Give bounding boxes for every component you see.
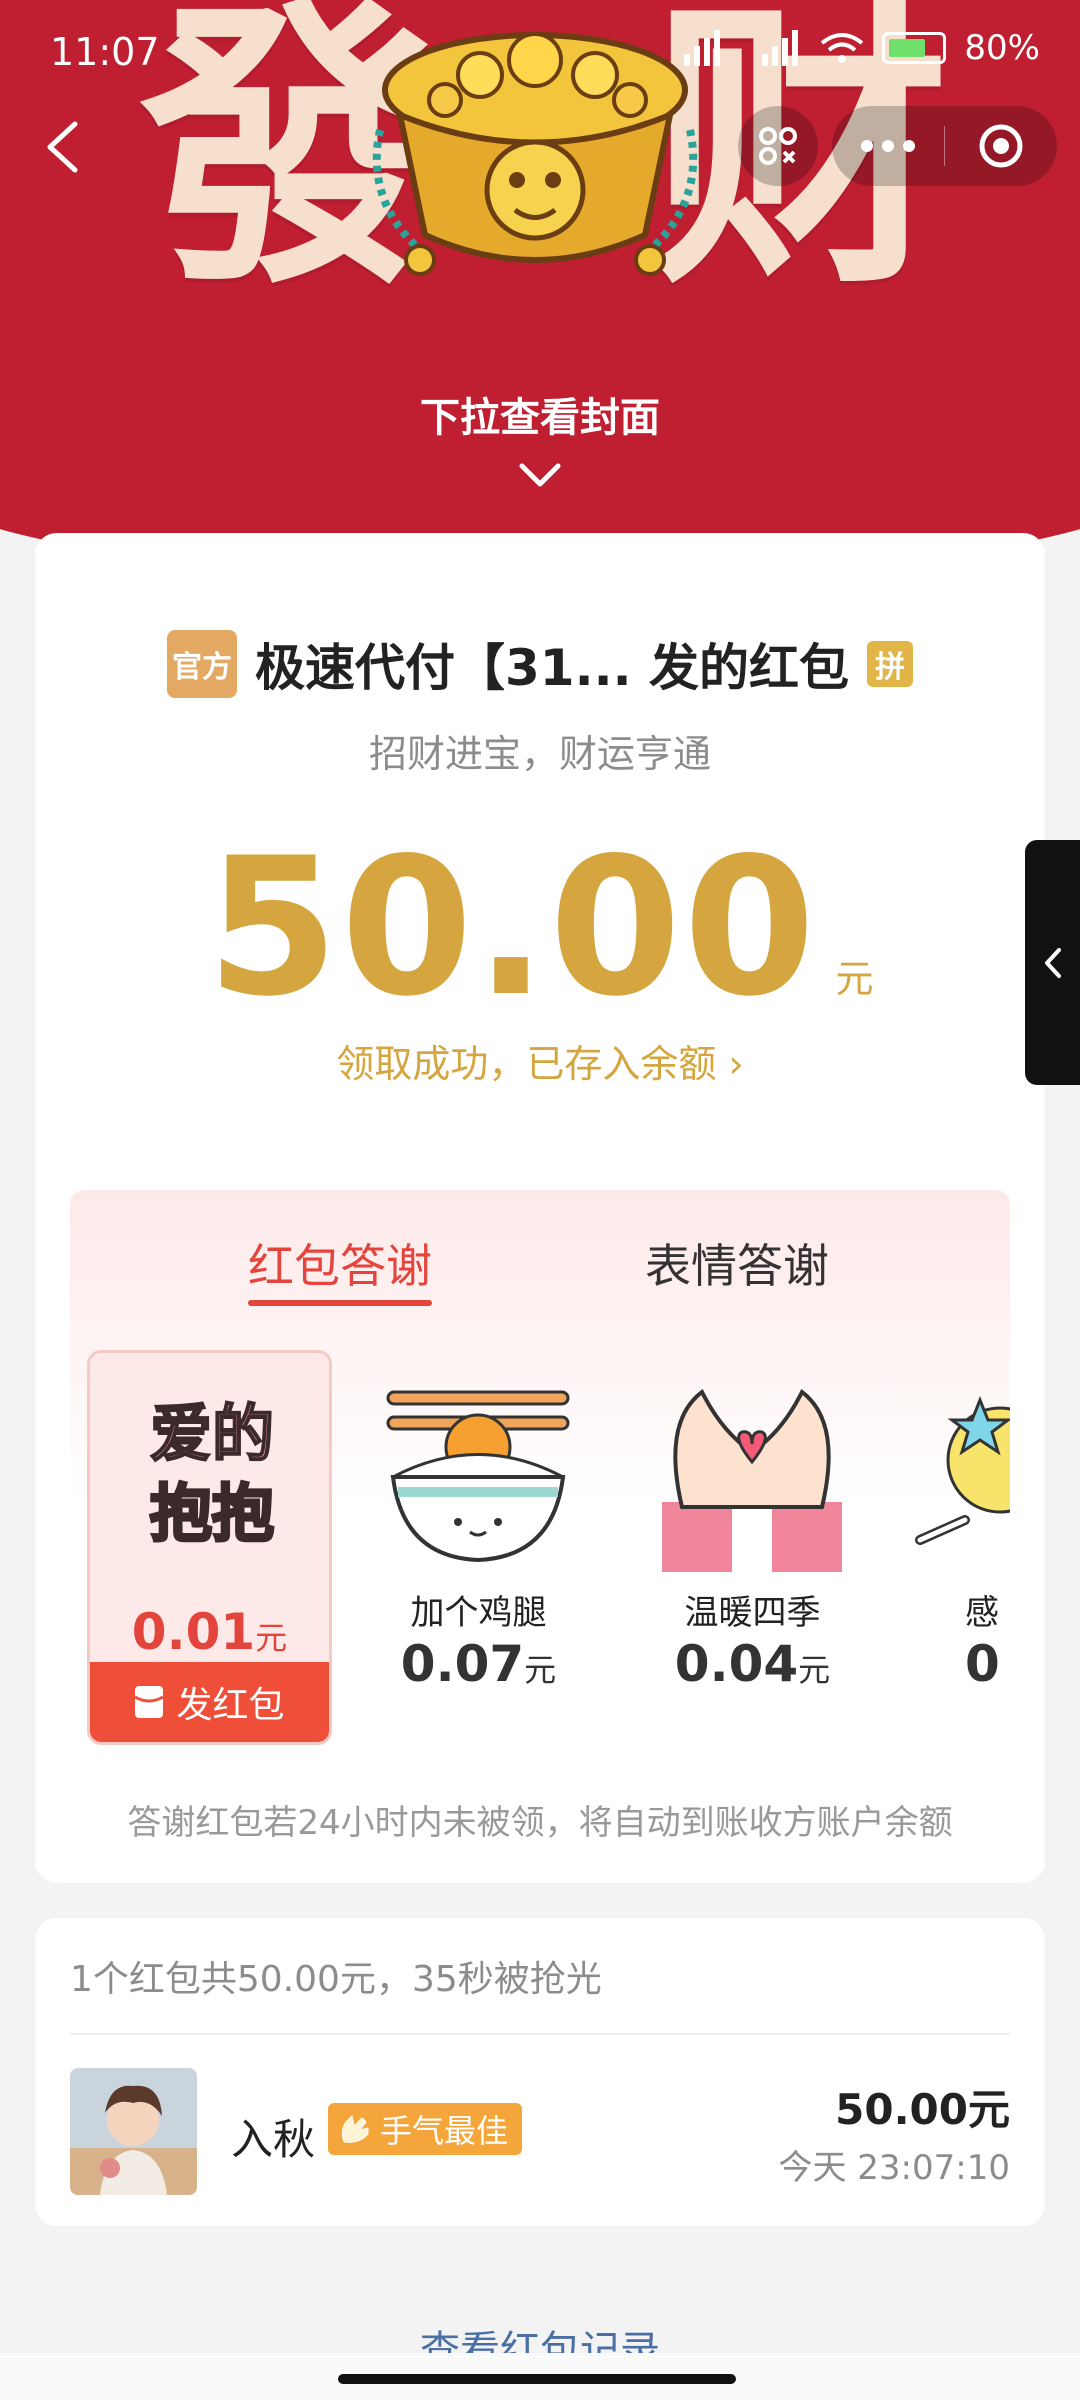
hug-sticker-art: 爱的 抱抱: [148, 1396, 275, 1552]
battery-icon: [882, 32, 947, 64]
side-drawer-handle[interactable]: [1025, 840, 1080, 1085]
hand-icon: [341, 2114, 369, 2143]
claimer-name: 入秋: [231, 2115, 316, 2164]
chevron-down-icon[interactable]: [516, 460, 564, 490]
tab-sticker-thanks[interactable]: 表情答谢: [645, 1230, 829, 1296]
rice-bowl-icon: [386, 1390, 570, 1563]
red-packet-icon: [134, 1686, 165, 1718]
greeting-text: 招财进宝，财运亨通: [368, 732, 711, 776]
scan-button[interactable]: [738, 106, 818, 186]
scan-icon: [759, 127, 797, 165]
active-tab-indicator: [248, 1300, 432, 1306]
amount-unit: 元: [835, 957, 874, 1001]
chevron-left-icon: [1044, 947, 1061, 978]
tab-red-packet-thanks[interactable]: 红包答谢: [248, 1230, 432, 1296]
best-luck-label: 手气最佳: [380, 2112, 509, 2150]
avatar-image: [70, 2068, 197, 2195]
gift-price: 0.07元: [356, 1635, 601, 1693]
red-packet-detail-screen: 發 财 11:07 80% 下拉查看封面 官方 极速代付【31... 发的红包 …: [0, 0, 1080, 2400]
signal-icon: [762, 30, 799, 66]
gift-name: 感: [965, 1593, 999, 1633]
back-arrow-icon[interactable]: [30, 112, 100, 182]
gift-price: 0.04元: [630, 1635, 875, 1693]
star-lollipop-icon: [915, 1395, 1010, 1545]
thanks-note: 答谢红包若24小时内未被领，将自动到账收方账户余额: [127, 1803, 953, 1843]
heart-hands-icon: [662, 1388, 842, 1572]
avatar[interactable]: [70, 2068, 197, 2195]
sender-name: 极速代付【31... 发的红包: [255, 639, 849, 697]
gift-price: 0: [965, 1635, 1000, 1693]
group-buy-badge: 拼: [866, 641, 913, 687]
received-text: 领取成功，已存入余额: [336, 1042, 717, 1086]
mini-program-capsule: [832, 106, 1057, 186]
send-button-label: 发红包: [176, 1685, 285, 1726]
more-button[interactable]: [832, 106, 944, 186]
divider: [70, 2033, 1010, 2035]
gift-option-warm-seasons[interactable]: 温暖四季 0.04元: [630, 1350, 875, 1745]
gift-option-thanks[interactable]: 感 0: [910, 1350, 1010, 1745]
close-mini-program-button[interactable]: [945, 106, 1057, 186]
claimed-time: 今天 23:07:10: [778, 2148, 1010, 2188]
gift-option-chicken-leg[interactable]: 加个鸡腿 0.07元: [356, 1350, 601, 1745]
gift-price-value: 0.01: [131, 1603, 256, 1661]
status-time: 11:07: [50, 30, 160, 74]
signal-icon: [684, 30, 721, 66]
records-summary: 1个红包共50.00元，35秒被抢光: [70, 1959, 602, 2000]
gift-price-unit: 元: [798, 1651, 831, 1689]
home-indicator[interactable]: [338, 2374, 736, 2384]
wifi-icon: [821, 33, 864, 63]
status-icons: 80%: [684, 28, 1040, 68]
status-bar: 11:07 80%: [0, 0, 1080, 105]
gift-price-value: 0.07: [400, 1635, 525, 1693]
gift-price-unit: 元: [255, 1619, 288, 1657]
pull-down-hint[interactable]: 下拉查看封面: [0, 385, 1080, 443]
amount-row: 50.00 元: [35, 833, 1045, 1023]
gift-price-value: 0.04: [674, 1635, 799, 1693]
claim-records-card: 1个红包共50.00元，35秒被抢光 入秋 手气最佳 50.00元 今天 23:…: [35, 1918, 1045, 2226]
red-packet-card: 官方 极速代付【31... 发的红包 拼 招财进宝，财运亨通 50.00 元 领…: [35, 533, 1045, 1883]
claimed-amount: 50.00元: [835, 2085, 1010, 2134]
hug-sticker-line-1: 爱的: [150, 1397, 274, 1470]
gift-name: 温暖四季: [684, 1593, 821, 1633]
official-badge: 官方: [167, 630, 237, 698]
received-balance-link[interactable]: 领取成功，已存入余额 ›: [35, 1033, 1045, 1088]
amount-value: 50.00: [206, 817, 818, 1038]
send-red-packet-button[interactable]: 发红包: [90, 1662, 329, 1742]
gift-name: 加个鸡腿: [410, 1593, 547, 1633]
battery-level: 80%: [964, 28, 1040, 68]
hug-sticker-line-2: 抱抱: [150, 1477, 274, 1550]
best-luck-badge: 手气最佳: [328, 2103, 523, 2155]
chevron-right-icon: ›: [728, 1042, 744, 1086]
thanks-panel: 红包答谢 表情答谢 爱的 抱抱 0.01元 发红包 加个鸡腿 0.07元 温暖四…: [70, 1190, 1010, 1760]
target-icon: [979, 124, 1023, 168]
gift-price: 0.01元: [90, 1603, 329, 1661]
gift-option-hug[interactable]: 爱的 抱抱 0.01元 发红包: [87, 1350, 332, 1745]
more-icon: [860, 140, 915, 152]
gift-price-unit: 元: [524, 1651, 557, 1689]
sender-row: 官方 极速代付【31... 发的红包 拼: [35, 628, 1045, 700]
